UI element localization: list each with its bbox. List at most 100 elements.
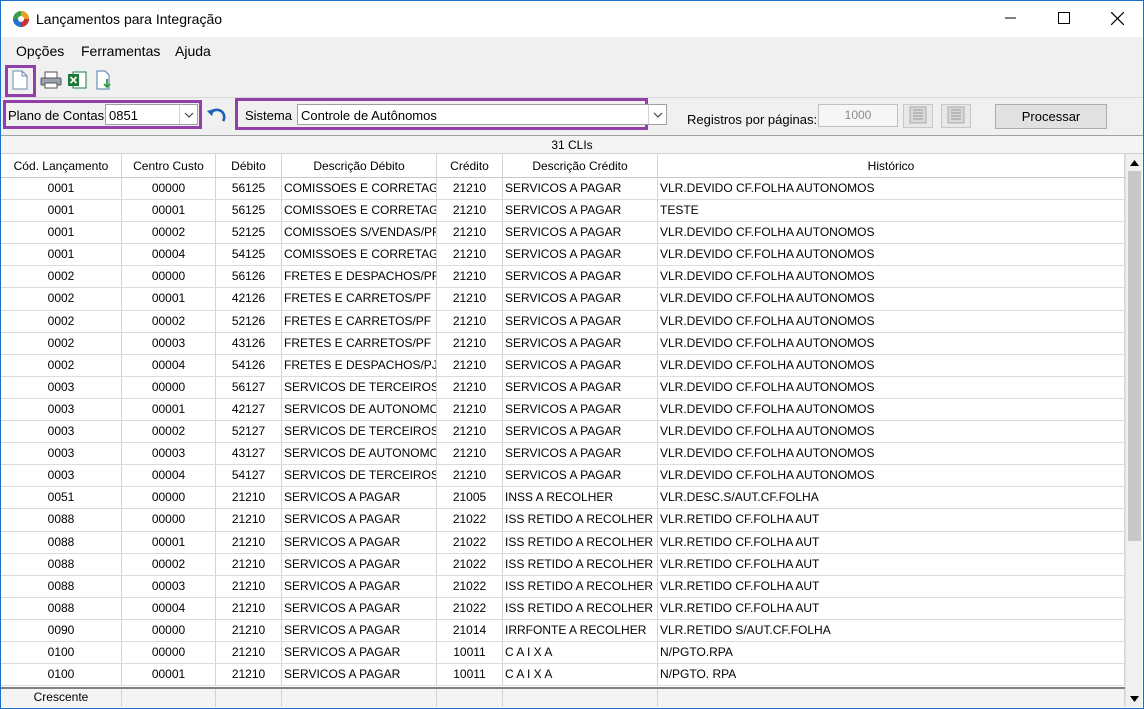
cell-cod-lancamento[interactable]: 0088: [1, 553, 122, 575]
cell-debito[interactable]: 56125: [216, 178, 282, 200]
cell-centro-custo[interactable]: 00000: [122, 376, 216, 398]
cell-centro-custo[interactable]: 00004: [122, 354, 216, 376]
cell-credito[interactable]: 21022: [437, 575, 503, 597]
cell-credito[interactable]: 21005: [437, 487, 503, 509]
cell-credito[interactable]: 21210: [437, 310, 503, 332]
process-button[interactable]: Processar: [995, 104, 1107, 129]
cell-descricao-credito[interactable]: SERVICOS A PAGAR: [503, 332, 658, 354]
cell-credito[interactable]: 21210: [437, 244, 503, 266]
cell-historico[interactable]: VLR.RETIDO CF.FOLHA AUT: [658, 597, 1125, 619]
print-button[interactable]: [39, 68, 63, 94]
cell-historico[interactable]: VLR.DEVIDO CF.FOLHA AUTONOMOS: [658, 222, 1125, 244]
cell-descricao-debito[interactable]: COMISSOES E CORRETAGEM: [282, 200, 437, 222]
cell-descricao-debito[interactable]: FRETES E DESPACHOS/PJ: [282, 354, 437, 376]
cell-credito[interactable]: 21210: [437, 465, 503, 487]
cell-credito[interactable]: 21210: [437, 443, 503, 465]
cell-cod-lancamento[interactable]: 0088: [1, 531, 122, 553]
cell-cod-lancamento[interactable]: 0088: [1, 597, 122, 619]
table-row[interactable]: 0003 00004 54127 SERVICOS DE TERCEIROS/2121…: [1, 465, 1125, 488]
cell-debito[interactable]: 21210: [216, 664, 282, 686]
cell-descricao-credito[interactable]: SERVICOS A PAGAR: [503, 354, 658, 376]
next-page-button[interactable]: [941, 104, 971, 128]
cell-centro-custo[interactable]: 00003: [122, 443, 216, 465]
cell-descricao-debito[interactable]: SERVICOS DE TERCEIROS/: [282, 465, 437, 487]
table-row[interactable]: 0100 00000 21210 SERVICOS A PAGAR 10011 C A I…: [1, 641, 1125, 665]
cell-descricao-debito[interactable]: COMISSOES E CORRETAGEM: [282, 178, 437, 200]
cell-descricao-credito[interactable]: ISS RETIDO A RECOLHER: [503, 531, 658, 553]
previous-page-button[interactable]: [903, 104, 933, 128]
cell-centro-custo[interactable]: 00001: [122, 531, 216, 553]
cell-cod-lancamento[interactable]: 0100: [1, 641, 122, 664]
cell-centro-custo[interactable]: 00002: [122, 553, 216, 575]
cell-historico[interactable]: VLR.RETIDO CF.FOLHA AUT: [658, 553, 1125, 575]
table-row[interactable]: 0088 00002 21210 SERVICOS A PAGAR 21022 ISS R…: [1, 553, 1125, 576]
cell-descricao-credito[interactable]: ISS RETIDO A RECOLHER: [503, 597, 658, 619]
cell-descricao-debito[interactable]: SERVICOS DE TERCEIROS/: [282, 376, 437, 398]
cell-cod-lancamento[interactable]: 0002: [1, 310, 122, 332]
table-row[interactable]: 0003 00000 56127 SERVICOS DE TERCEIROS/2121…: [1, 376, 1125, 399]
plano-combo[interactable]: 0851: [105, 104, 198, 125]
vertical-scrollbar[interactable]: [1125, 154, 1142, 707]
cell-debito[interactable]: 54126: [216, 354, 282, 376]
cell-descricao-debito[interactable]: SERVICOS A PAGAR: [282, 509, 437, 531]
cell-credito[interactable]: 21210: [437, 421, 503, 443]
cell-cod-lancamento[interactable]: 0051: [1, 487, 122, 509]
cell-credito[interactable]: 21210: [437, 266, 503, 288]
cell-debito[interactable]: 21210: [216, 487, 282, 509]
cell-historico[interactable]: VLR.RETIDO S/AUT.CF.FOLHA: [658, 619, 1125, 641]
cell-descricao-credito[interactable]: SERVICOS A PAGAR: [503, 200, 658, 222]
cell-credito[interactable]: 21210: [437, 178, 503, 200]
cell-historico[interactable]: VLR.DEVIDO CF.FOLHA AUTONOMOS: [658, 376, 1125, 398]
cell-descricao-debito[interactable]: SERVICOS DE AUTONOMOS: [282, 443, 437, 465]
cell-historico[interactable]: VLR.RETIDO CF.FOLHA AUT: [658, 509, 1125, 531]
cell-credito[interactable]: 10011: [437, 664, 503, 686]
cell-debito[interactable]: 21210: [216, 509, 282, 531]
cell-centro-custo[interactable]: 00001: [122, 200, 216, 222]
cell-historico[interactable]: N/PGTO.RPA: [658, 641, 1125, 664]
cell-descricao-debito[interactable]: SERVICOS A PAGAR: [282, 531, 437, 553]
cell-centro-custo[interactable]: 00004: [122, 597, 216, 619]
cell-descricao-credito[interactable]: SERVICOS A PAGAR: [503, 443, 658, 465]
cell-historico[interactable]: VLR.RETIDO CF.FOLHA AUT: [658, 575, 1125, 597]
cell-credito[interactable]: 21210: [437, 288, 503, 310]
cell-centro-custo[interactable]: 00001: [122, 288, 216, 310]
cell-historico[interactable]: VLR.DEVIDO CF.FOLHA AUTONOMOS: [658, 244, 1125, 266]
cell-credito[interactable]: 21210: [437, 332, 503, 354]
menu-ajuda[interactable]: Ajuda: [175, 43, 211, 59]
cell-descricao-credito[interactable]: SERVICOS A PAGAR: [503, 266, 658, 288]
cell-cod-lancamento[interactable]: 0088: [1, 575, 122, 597]
cell-credito[interactable]: 21210: [437, 398, 503, 421]
cell-cod-lancamento[interactable]: 0001: [1, 222, 122, 244]
cell-descricao-credito[interactable]: ISS RETIDO A RECOLHER: [503, 575, 658, 597]
chevron-down-icon[interactable]: [648, 105, 666, 124]
cell-cod-lancamento[interactable]: 0002: [1, 266, 122, 288]
cell-cod-lancamento[interactable]: 0002: [1, 288, 122, 310]
cell-descricao-credito[interactable]: C A I X A: [503, 664, 658, 686]
cell-historico[interactable]: N/PGTO. RPA: [658, 664, 1125, 686]
table-row[interactable]: 00010000454125COMISSOES E CORRETAGEM2121…: [1, 244, 1125, 267]
column-header[interactable]: Descrição Crédito: [503, 154, 658, 177]
cell-historico[interactable]: VLR.DEVIDO CF.FOLHA AUTONOMOS: [658, 310, 1125, 332]
cell-historico[interactable]: TESTE: [658, 200, 1125, 222]
table-row[interactable]: 0051 00000 21210 SERVICOS A PAGAR 21005 INSS …: [1, 487, 1125, 510]
minimize-button[interactable]: [988, 1, 1034, 35]
cell-centro-custo[interactable]: 00002: [122, 222, 216, 244]
cell-centro-custo[interactable]: 00002: [122, 421, 216, 443]
cell-descricao-credito[interactable]: IRRFONTE A RECOLHER: [503, 619, 658, 641]
cell-descricao-debito[interactable]: SERVICOS DE TERCEIROS/: [282, 421, 437, 443]
table-row[interactable]: 00010000056125COMISSOES E CORRETAGEM2121…: [1, 178, 1125, 201]
cell-centro-custo[interactable]: 00000: [122, 509, 216, 531]
cell-cod-lancamento[interactable]: 0003: [1, 421, 122, 443]
column-header[interactable]: Débito: [216, 154, 282, 177]
cell-descricao-credito[interactable]: SERVICOS A PAGAR: [503, 376, 658, 398]
cell-descricao-credito[interactable]: SERVICOS A PAGAR: [503, 310, 658, 332]
table-row[interactable]: 0002 00001 42126 FRETES E CARRETOS/PF 21210 S…: [1, 288, 1125, 311]
cell-historico[interactable]: VLR.DEVIDO CF.FOLHA AUTONOMOS: [658, 465, 1125, 487]
cell-historico[interactable]: VLR.DEVIDO CF.FOLHA AUTONOMOS: [658, 332, 1125, 354]
cell-centro-custo[interactable]: 00000: [122, 178, 216, 200]
cell-cod-lancamento[interactable]: 0100: [1, 664, 122, 686]
cell-debito[interactable]: 52127: [216, 421, 282, 443]
cell-debito[interactable]: 42126: [216, 288, 282, 310]
cell-descricao-credito[interactable]: SERVICOS A PAGAR: [503, 398, 658, 421]
cell-descricao-debito[interactable]: COMISSOES S/VENDAS/PF: [282, 222, 437, 244]
